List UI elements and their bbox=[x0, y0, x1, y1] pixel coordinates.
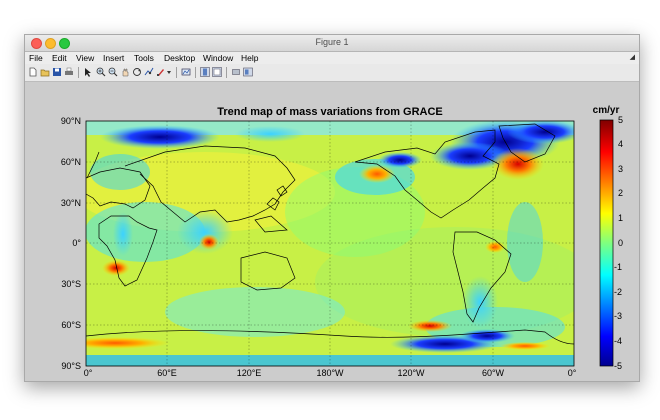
zoom-in-icon[interactable] bbox=[96, 67, 106, 77]
menu-file[interactable]: File bbox=[29, 52, 43, 64]
show-plot-tools-icon[interactable] bbox=[243, 67, 253, 77]
pointer-icon[interactable] bbox=[83, 67, 93, 77]
y-tick-label: 30°S bbox=[61, 279, 81, 289]
zoom-out-icon[interactable] bbox=[108, 67, 118, 77]
x-tick-label: 0° bbox=[84, 368, 93, 378]
figure-canvas: Trend map of mass variations from GRACE bbox=[25, 82, 639, 381]
rotate-3d-icon[interactable] bbox=[132, 67, 142, 77]
menu-edit[interactable]: Edit bbox=[52, 52, 67, 64]
colorbar-tick-label: 2 bbox=[618, 188, 623, 198]
y-tick-label: 90°S bbox=[61, 361, 81, 371]
x-tick-label: 60°E bbox=[157, 368, 177, 378]
colorbar-tick-label: 5 bbox=[618, 115, 623, 125]
toolbar-separator bbox=[195, 67, 196, 78]
x-tick-label: 120°W bbox=[397, 368, 425, 378]
x-tick-label: 120°E bbox=[237, 368, 262, 378]
brush-icon[interactable] bbox=[156, 67, 166, 77]
plot-svg: Trend map of mass variations from GRACE bbox=[61, 105, 623, 378]
y-tick-label: 60°S bbox=[61, 320, 81, 330]
window-title: Figure 1 bbox=[315, 37, 349, 47]
legend-icon[interactable] bbox=[212, 67, 222, 77]
open-folder-icon[interactable] bbox=[40, 67, 50, 77]
colorbar-tick-label: 1 bbox=[618, 213, 623, 223]
pan-hand-icon[interactable] bbox=[120, 67, 130, 77]
y-tick-label: 30°N bbox=[61, 198, 81, 208]
hide-plot-tools-icon[interactable] bbox=[231, 67, 241, 77]
figure-window: Figure 1 File Edit View Insert Tools Des… bbox=[24, 34, 640, 382]
menu-bar: File Edit View Insert Tools Desktop Wind… bbox=[25, 52, 639, 64]
menu-window[interactable]: Window bbox=[203, 52, 233, 64]
x-tick-label: 60°W bbox=[482, 368, 505, 378]
menu-help[interactable]: Help bbox=[241, 52, 258, 64]
colorbar-tick-label: 3 bbox=[618, 164, 623, 174]
toolbar-separator bbox=[78, 67, 79, 78]
colorbar-icon[interactable] bbox=[200, 67, 210, 77]
colorbar-tick-label: -1 bbox=[614, 262, 622, 272]
colorbar bbox=[599, 119, 614, 367]
x-tick-label: 0° bbox=[568, 368, 577, 378]
print-icon[interactable] bbox=[64, 67, 74, 77]
x-tick-label: 180°W bbox=[316, 368, 344, 378]
colorbar-ticks: 5 4 3 2 1 0 -1 -2 -3 -4 -5 bbox=[614, 115, 623, 371]
colorbar-tick-label: -3 bbox=[614, 311, 622, 321]
y-axis-ticks: 90°N 60°N 30°N 0° 30°S 60°S 90°S bbox=[61, 116, 82, 371]
colorbar-label: cm/yr bbox=[593, 105, 620, 116]
toolbar-separator bbox=[176, 67, 177, 78]
colorbar-tick-label: -5 bbox=[614, 361, 622, 371]
menu-tools[interactable]: Tools bbox=[134, 52, 154, 64]
menu-insert[interactable]: Insert bbox=[103, 52, 124, 64]
menu-desktop[interactable]: Desktop bbox=[164, 52, 195, 64]
save-icon[interactable] bbox=[52, 67, 62, 77]
menu-view[interactable]: View bbox=[76, 52, 94, 64]
figure-toolbar bbox=[25, 64, 639, 82]
data-cursor-icon[interactable] bbox=[144, 67, 154, 77]
link-plot-icon[interactable] bbox=[181, 67, 191, 77]
menu-overflow-icon[interactable]: ◢ bbox=[630, 53, 635, 61]
x-axis-ticks: 0° 60°E 120°E 180°W 120°W 60°W 0° bbox=[84, 368, 577, 378]
brush-dropdown-icon[interactable] bbox=[166, 67, 172, 77]
toolbar-separator bbox=[226, 67, 227, 78]
colorbar-tick-label: 4 bbox=[618, 139, 623, 149]
colorbar-tick-label: -2 bbox=[614, 287, 622, 297]
y-tick-label: 0° bbox=[72, 238, 81, 248]
colorbar-tick-label: 0 bbox=[618, 238, 623, 248]
title-bar: Figure 1 bbox=[25, 35, 639, 52]
y-tick-label: 90°N bbox=[61, 116, 81, 126]
plot-title: Trend map of mass variations from GRACE bbox=[217, 106, 443, 118]
new-file-icon[interactable] bbox=[28, 67, 38, 77]
y-tick-label: 60°N bbox=[61, 157, 81, 167]
colorbar-tick-label: -4 bbox=[614, 336, 622, 346]
